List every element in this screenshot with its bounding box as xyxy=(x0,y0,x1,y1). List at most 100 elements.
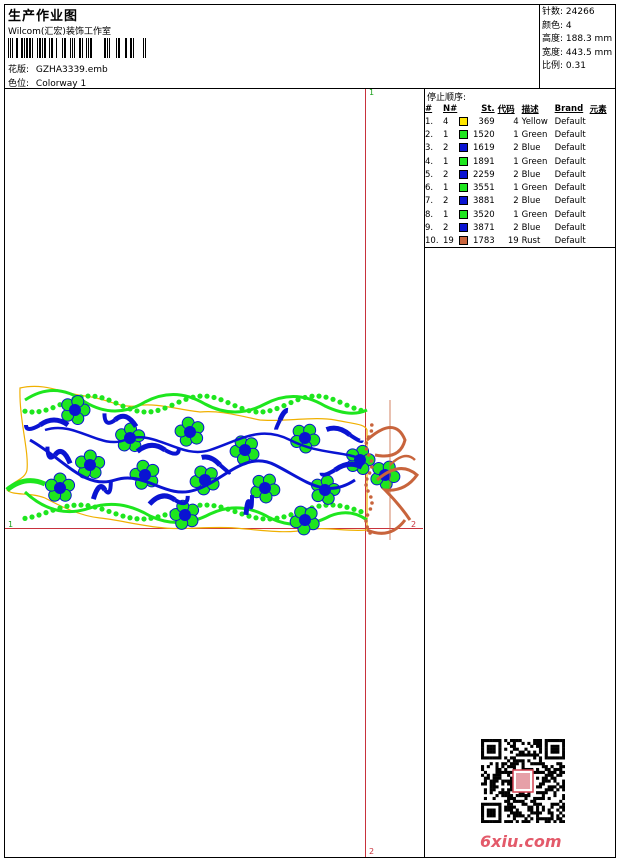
row-description: Green xyxy=(521,183,548,194)
row-swatch xyxy=(459,142,473,155)
table-row: 4. 1 1891 1 Green Default xyxy=(425,155,616,168)
row-element xyxy=(590,115,616,128)
color-swatch xyxy=(459,209,468,219)
row-stitches: 3881 xyxy=(473,196,495,207)
row-description: Blue xyxy=(521,223,541,234)
row-needle: 2 xyxy=(443,169,449,180)
row-index: 4. xyxy=(425,156,434,167)
row-brand: Default xyxy=(554,129,586,140)
row-element xyxy=(590,208,616,221)
row-element xyxy=(590,235,616,248)
row-stitches: 3871 xyxy=(473,223,495,234)
col-header-needle: N# xyxy=(443,103,458,114)
col-header-brand: Brand xyxy=(554,103,584,114)
stats-divider xyxy=(539,4,540,88)
row-code: 2 xyxy=(513,196,519,207)
row-index: 7. xyxy=(425,196,434,207)
row-swatch xyxy=(459,181,473,194)
row-swatch xyxy=(459,115,473,128)
row-needle: 2 xyxy=(443,143,449,154)
row-stitches: 2259 xyxy=(473,169,495,180)
col-header-description: 描述 xyxy=(521,104,539,115)
row-code: 2 xyxy=(513,169,519,180)
row-stitches: 3551 xyxy=(473,183,495,194)
width-value: 443.5 mm xyxy=(565,47,613,58)
design-name-value: GZHA3339.emb xyxy=(35,65,108,75)
row-brand: Default xyxy=(554,169,586,180)
row-element xyxy=(590,155,616,168)
color-swatch xyxy=(459,116,468,126)
row-needle: 1 xyxy=(443,183,449,194)
watermark-logo: 6xiu.com xyxy=(480,832,562,851)
row-brand: Default xyxy=(554,196,586,207)
row-code: 19 xyxy=(507,236,519,247)
table-row: 9. 2 3871 2 Blue Default xyxy=(425,221,616,234)
table-row: 3. 2 1619 2 Blue Default xyxy=(425,142,616,155)
row-swatch xyxy=(459,235,473,248)
color-swatch xyxy=(459,183,468,193)
col-header-element: 元素 xyxy=(589,104,607,115)
row-needle: 1 xyxy=(443,156,449,167)
row-element xyxy=(590,142,616,155)
row-description: Blue xyxy=(521,196,541,207)
row-index: 5. xyxy=(425,169,434,180)
table-header-row: # N# St. 代码 描述 Brand 元素 xyxy=(425,102,616,115)
row-swatch xyxy=(459,208,473,221)
row-index: 9. xyxy=(425,223,434,234)
row-description: Green xyxy=(521,129,548,140)
embroidery-design-preview xyxy=(5,385,420,540)
col-header-swatch xyxy=(459,102,473,115)
row-index: 8. xyxy=(425,209,434,220)
scale-row: 比例: 0.31 xyxy=(542,60,612,74)
row-stitches: 1619 xyxy=(473,143,495,154)
color-swatch xyxy=(459,196,468,206)
stitches-value: 24266 xyxy=(565,7,595,17)
row-swatch xyxy=(459,195,473,208)
colors-label: 颜色: xyxy=(542,20,564,31)
design-name-label: 花版: xyxy=(8,65,30,75)
row-needle: 19 xyxy=(443,236,454,247)
table-row: 1. 4 369 4 Yellow Default xyxy=(425,115,616,128)
colors-value: 4 xyxy=(565,20,572,31)
height-value: 188.3 mm xyxy=(565,34,613,44)
table-row: 8. 1 3520 1 Green Default xyxy=(425,208,616,221)
row-element xyxy=(590,168,616,181)
row-stitches: 1520 xyxy=(473,129,495,140)
row-brand: Default xyxy=(554,236,586,247)
row-code: 2 xyxy=(513,223,519,234)
barcode-icon xyxy=(8,38,146,58)
row-needle: 2 xyxy=(443,223,449,234)
design-name-row: 花版: GZHA3339.emb xyxy=(8,62,108,75)
row-index: 6. xyxy=(425,183,434,194)
width-row: 宽度: 443.5 mm xyxy=(542,47,612,61)
row-swatch xyxy=(459,221,473,234)
color-swatch xyxy=(459,156,468,166)
row-brand: Default xyxy=(554,116,586,127)
color-swatch xyxy=(459,129,468,139)
row-index: 10. xyxy=(425,236,439,247)
row-code: 4 xyxy=(513,116,519,127)
company-name: Wilcom(汇宏)装饰工作室 xyxy=(8,27,111,37)
row-swatch xyxy=(459,168,473,181)
row-swatch xyxy=(459,128,473,141)
colorway-row: 色位: Colorway 1 xyxy=(8,76,86,89)
row-stitches: 3520 xyxy=(473,209,495,220)
row-index: 2. xyxy=(425,129,434,140)
row-description: Blue xyxy=(521,143,541,154)
row-brand: Default xyxy=(554,209,586,220)
row-description: Green xyxy=(521,156,548,167)
row-code: 2 xyxy=(513,143,519,154)
col-header-index: # xyxy=(425,103,433,114)
row-needle: 2 xyxy=(443,196,449,207)
row-brand: Default xyxy=(554,156,586,167)
scale-label: 比例: xyxy=(542,61,564,71)
row-element xyxy=(590,221,616,234)
guide-marker-top: 1 xyxy=(369,88,375,97)
guide-marker-bottom: 2 xyxy=(369,847,375,856)
width-label: 宽度: xyxy=(542,47,564,58)
row-index: 1. xyxy=(425,116,434,127)
height-row: 高度: 188.3 mm xyxy=(542,33,612,47)
stop-sequence-table: # N# St. 代码 描述 Brand 元素 1. 4 369 4 Yellow Def… xyxy=(425,102,616,248)
row-code: 1 xyxy=(513,209,519,220)
row-swatch xyxy=(459,155,473,168)
